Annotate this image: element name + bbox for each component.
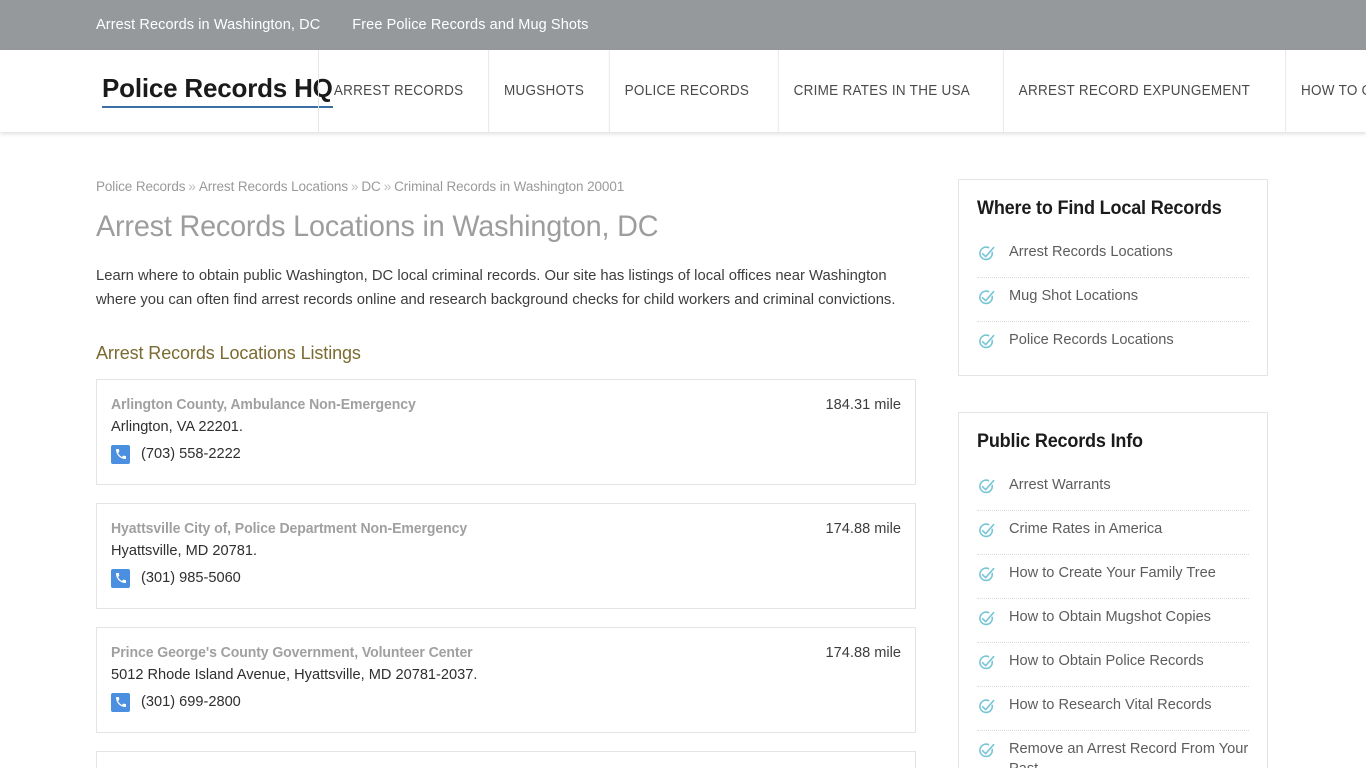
sidebar-item-label[interactable]: How to Obtain Mugshot Copies [1009, 608, 1211, 628]
check-circle-icon [977, 477, 996, 501]
breadcrumb: Police Records» Arrest Records Locations»… [96, 179, 916, 194]
listings-container: Arlington County, Ambulance Non-Emergenc… [96, 378, 916, 768]
sidebar-item-label[interactable]: How to Create Your Family Tree [1009, 564, 1216, 584]
breadcrumb-separator: » [188, 179, 196, 194]
listing-card[interactable]: Prince George's County Government, Volun… [96, 750, 916, 768]
listing-card[interactable]: Prince George's County Government, Volun… [96, 626, 916, 733]
sidebar-item-how-to-create-your-family-tree[interactable]: How to Create Your Family Tree [977, 555, 1249, 599]
breadcrumb-item-arrest-records-locations[interactable]: Arrest Records Locations [199, 179, 348, 194]
check-circle-icon [977, 332, 996, 356]
check-circle-icon [977, 741, 996, 765]
listing-address: 5012 Rhode Island Avenue, Hyattsville, M… [111, 666, 478, 683]
widget-list: Arrest Warrants Crime Rates in America H… [977, 467, 1249, 768]
topbar-link-arrest-records-dc[interactable]: Arrest Records in Washington, DC [96, 17, 320, 33]
sidebar-item-label[interactable]: Crime Rates in America [1009, 520, 1162, 540]
phone-icon [111, 692, 130, 712]
listing-title[interactable]: Prince George's County Government, Volun… [111, 645, 473, 661]
sidebar-item-arrest-warrants[interactable]: Arrest Warrants [977, 467, 1249, 511]
check-circle-icon [977, 609, 996, 633]
sidebar-item-label[interactable]: Police Records Locations [1009, 331, 1174, 351]
page-title: Arrest Records Locations in Washington, … [96, 210, 659, 243]
listing-card[interactable]: Arlington County, Ambulance Non-Emergenc… [96, 378, 916, 485]
listing-address: Arlington, VA 22201. [111, 418, 243, 435]
sidebar-item-police-records-locations[interactable]: Police Records Locations [977, 322, 1249, 365]
breadcrumb-item-current[interactable]: Criminal Records in Washington 20001 [394, 179, 624, 194]
page-body: Police Records» Arrest Records Locations»… [0, 132, 1366, 768]
listing-phone-row: (301) 699-2800 [111, 692, 901, 712]
sidebar-item-label[interactable]: Mug Shot Locations [1009, 287, 1138, 307]
listing-phone-number[interactable]: (301) 985-5060 [141, 570, 241, 586]
site-header: Police Records HQ ARREST RECORDS MUGSHOT… [0, 50, 1366, 132]
sidebar-item-mug-shot-locations[interactable]: Mug Shot Locations [977, 278, 1249, 322]
widget-public-records-info: Public Records Info Arrest Warrants Crim… [958, 412, 1268, 768]
check-circle-icon [977, 565, 996, 589]
phone-icon [111, 444, 130, 464]
check-circle-icon [977, 697, 996, 721]
listing-phone-row: (703) 558-2222 [111, 444, 901, 464]
nav-item-police-records[interactable]: POLICE RECORDS [609, 50, 764, 132]
sidebar-item-label[interactable]: How to Obtain Police Records [1009, 652, 1204, 672]
listing-title[interactable]: Arlington County, Ambulance Non-Emergenc… [111, 397, 416, 413]
top-utility-bar: Arrest Records in Washington, DC Free Po… [0, 0, 1366, 50]
sidebar-item-crime-rates-in-america[interactable]: Crime Rates in America [977, 511, 1249, 555]
listing-distance: 174.88 mile [825, 644, 901, 661]
nav-item-crime-rates-usa[interactable]: CRIME RATES IN THE USA [778, 50, 985, 132]
sidebar: Where to Find Local Records Arrest Recor… [958, 179, 1268, 768]
nav-item-how-to-obtain-public-records[interactable]: HOW TO OBTAIN PUBLIC RECORDS [1285, 50, 1366, 132]
breadcrumb-separator: » [383, 179, 392, 194]
nav-item-arrest-records[interactable]: ARREST RECORDS [318, 50, 478, 132]
breadcrumb-item-police-records[interactable]: Police Records [96, 179, 185, 194]
sidebar-item-remove-an-arrest-record[interactable]: Remove an Arrest Record From Your Past [977, 731, 1249, 768]
listing-phone-number[interactable]: (301) 699-2800 [141, 694, 241, 710]
listing-title[interactable]: Hyattsville City of, Police Department N… [111, 521, 467, 537]
check-circle-icon [977, 244, 996, 268]
logo-container[interactable]: Police Records HQ [0, 50, 333, 132]
listing-phone-number[interactable]: (703) 558-2222 [141, 446, 241, 462]
listing-phone-row: (301) 985-5060 [111, 568, 901, 588]
breadcrumb-item-dc[interactable]: DC [361, 179, 380, 194]
sidebar-item-arrest-records-locations[interactable]: Arrest Records Locations [977, 234, 1249, 278]
phone-icon [111, 568, 130, 588]
listing-distance: 174.88 mile [825, 520, 901, 537]
sidebar-item-label[interactable]: Arrest Records Locations [1009, 243, 1173, 263]
check-circle-icon [977, 288, 996, 312]
listing-header: Arlington County, Ambulance Non-Emergenc… [111, 397, 901, 413]
main-navigation: ARREST RECORDS MUGSHOTS POLICE RECORDS C… [312, 50, 1366, 132]
site-logo[interactable]: Police Records HQ [102, 74, 333, 109]
sidebar-item-how-to-obtain-mugshot-copies[interactable]: How to Obtain Mugshot Copies [977, 599, 1249, 643]
sidebar-item-label[interactable]: Arrest Warrants [1009, 476, 1111, 496]
widget-title: Where to Find Local Records [977, 198, 1222, 219]
sidebar-item-how-to-obtain-police-records[interactable]: How to Obtain Police Records [977, 643, 1249, 687]
sidebar-item-label[interactable]: How to Research Vital Records [1009, 696, 1212, 716]
listing-card[interactable]: Hyattsville City of, Police Department N… [96, 502, 916, 609]
nav-item-arrest-record-expungement[interactable]: ARREST RECORD EXPUNGEMENT [1003, 50, 1265, 132]
sidebar-item-how-to-research-vital-records[interactable]: How to Research Vital Records [977, 687, 1249, 731]
breadcrumb-separator: » [350, 179, 359, 194]
listing-header: Prince George's County Government, Volun… [111, 645, 901, 661]
listing-header: Hyattsville City of, Police Department N… [111, 521, 901, 537]
check-circle-icon [977, 521, 996, 545]
widget-where-to-find-local-records: Where to Find Local Records Arrest Recor… [958, 179, 1268, 376]
check-circle-icon [977, 653, 996, 677]
main-content: Police Records» Arrest Records Locations»… [96, 179, 916, 768]
topbar-link-free-police-records[interactable]: Free Police Records and Mug Shots [352, 17, 588, 33]
listing-address: Hyattsville, MD 20781. [111, 542, 257, 559]
sidebar-item-label[interactable]: Remove an Arrest Record From Your Past [1009, 740, 1249, 768]
intro-paragraph: Learn where to obtain public Washington,… [96, 268, 896, 308]
nav-item-mugshots[interactable]: MUGSHOTS [488, 50, 599, 132]
listing-distance: 184.31 mile [825, 396, 901, 413]
widget-title: Public Records Info [977, 431, 1143, 452]
widget-list: Arrest Records Locations Mug Shot Locati… [977, 234, 1249, 365]
listings-section-heading: Arrest Records Locations Listings [96, 342, 361, 363]
